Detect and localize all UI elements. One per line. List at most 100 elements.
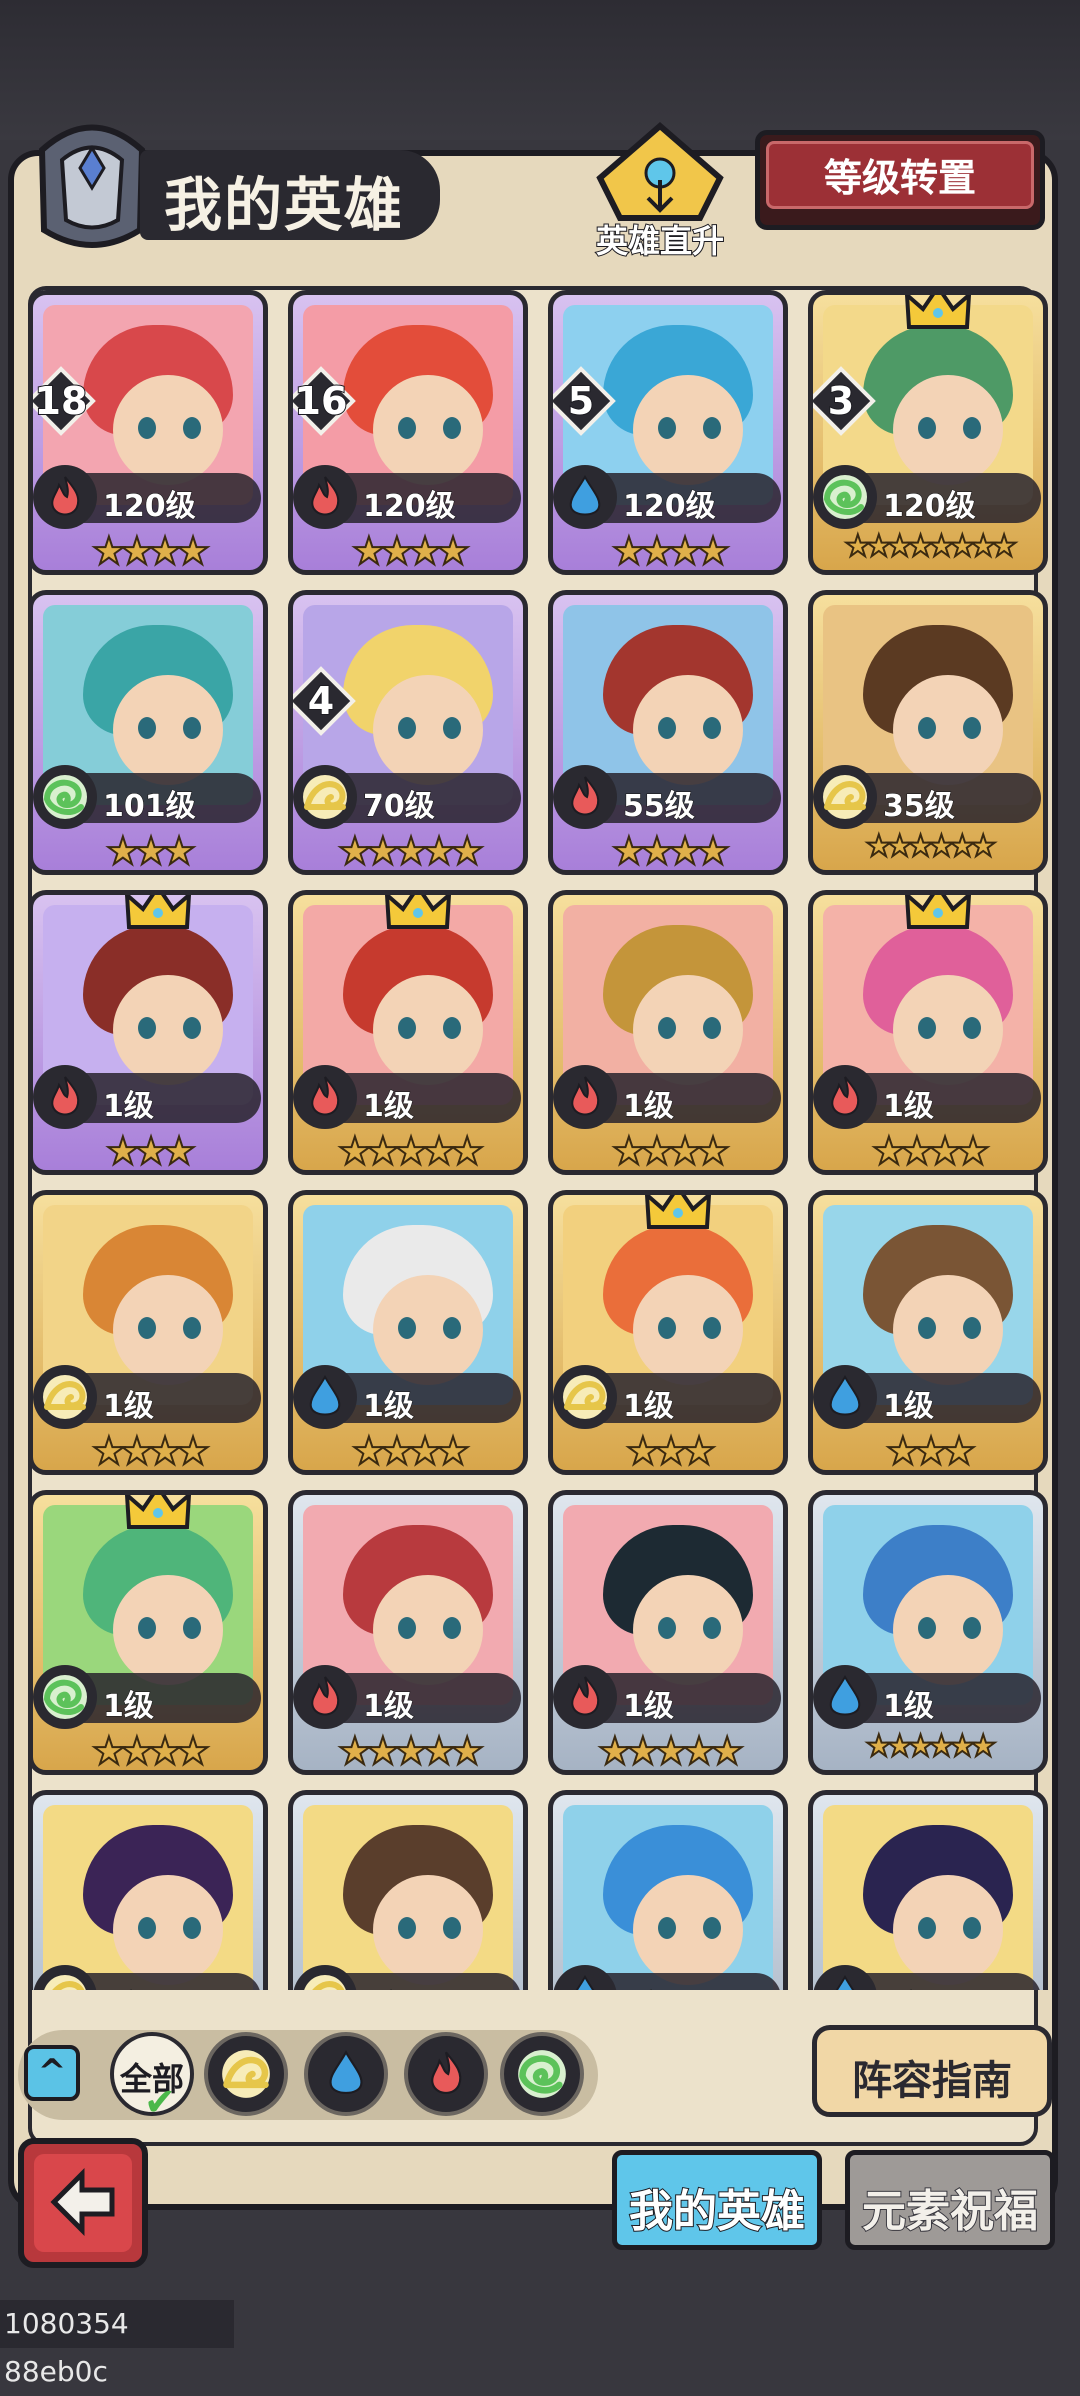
hero-eye — [658, 1917, 676, 1939]
earth-element-icon — [304, 1975, 346, 1990]
hero-card[interactable]: 1级 ★★★ — [28, 890, 268, 1175]
hero-stars: ★★★★ — [91, 1728, 211, 1773]
hero-face — [373, 1275, 483, 1385]
hero-face — [113, 375, 223, 485]
hero-face — [893, 1875, 1003, 1985]
crown-icon — [903, 895, 973, 933]
hero-card[interactable]: 120级 ★★★★ 16 — [288, 290, 528, 575]
hero-card[interactable]: 1级 ★★★★ — [28, 1490, 268, 1775]
hero-level: 120级 — [883, 489, 977, 525]
filter-wind-button[interactable] — [500, 2032, 584, 2116]
lineup-guide-button[interactable]: 阵容指南 — [812, 2025, 1052, 2117]
tab-my-heroes[interactable]: 我的英雄 — [612, 2150, 822, 2250]
hero-eye — [443, 1617, 461, 1639]
page-title-plate: 我的英雄 — [140, 150, 440, 240]
top-decoration — [0, 0, 1080, 140]
back-arrow-icon — [34, 2154, 132, 2252]
hero-card[interactable]: 1级 ★★★★ — [548, 890, 788, 1175]
hero-level: 1级 — [363, 1389, 415, 1425]
check-icon: ✔ — [144, 2080, 176, 2124]
element-badge — [293, 465, 357, 529]
element-badge — [553, 765, 617, 829]
back-button[interactable] — [18, 2138, 148, 2268]
hero-eye — [398, 1017, 416, 1039]
hero-level: 55级 — [623, 789, 696, 825]
fire-element-icon — [571, 1676, 600, 1716]
hero-eye — [703, 1917, 721, 1939]
tab-element-blessing[interactable]: 元素祝福 — [845, 2150, 1055, 2250]
hero-rank-badge: 5 — [553, 365, 617, 437]
hero-grid: 120级 ★★★★ 18 120级 ★★★★ 16 120级 ★★★★ 5 120级 ★★★★★★★… — [28, 290, 1052, 1990]
hero-eye — [138, 717, 156, 739]
hero-eye — [183, 1017, 201, 1039]
fire-element-icon — [311, 1076, 340, 1116]
water-element-icon — [575, 1974, 595, 1990]
hero-stars: ★★★★ — [611, 828, 731, 873]
hero-eye — [398, 1317, 416, 1339]
hero-stars: ★★★★★ — [597, 1728, 745, 1773]
hero-face — [113, 675, 223, 785]
hero-card[interactable]: 1级 ★★★★★ — [288, 890, 528, 1175]
hero-card[interactable]: 1级 ★★★ — [548, 1190, 788, 1475]
hero-eye — [443, 717, 461, 739]
hero-card[interactable]: 120级 ★★★★★★★★ 3 — [808, 290, 1048, 575]
filter-earth-button[interactable] — [204, 2032, 288, 2116]
hero-face — [893, 1275, 1003, 1385]
element-badge — [33, 765, 97, 829]
hero-card[interactable]: 1级 — [288, 1790, 528, 1990]
hero-card[interactable]: 1级 ★★★★★ — [288, 1490, 528, 1775]
hero-card[interactable]: 1级 ★★★★★★ — [808, 1490, 1048, 1775]
tab-my-heroes-label: 我的英雄 — [628, 2185, 806, 2238]
hero-card[interactable]: 1级 — [808, 1790, 1048, 1990]
collapse-button[interactable]: ^ — [24, 2045, 80, 2101]
element-badge — [553, 1365, 617, 1429]
hero-eye — [398, 717, 416, 739]
hero-card[interactable]: 1级 ★★★★ — [808, 890, 1048, 1175]
hero-face — [893, 375, 1003, 485]
level-transfer-button[interactable]: 等级转置 — [755, 130, 1045, 230]
hero-eye — [918, 1917, 936, 1939]
hero-card[interactable]: 1级 — [28, 1790, 268, 1990]
hero-card[interactable]: 70级 ★★★★★ 4 — [288, 590, 528, 875]
hero-level: 120级 — [363, 489, 457, 525]
hero-card[interactable]: 120级 ★★★★ 5 — [548, 290, 788, 575]
fire-element-icon — [51, 1076, 80, 1116]
hero-direct-upgrade-label: 英雄直升 — [595, 221, 725, 261]
hero-rank-badge: 4 — [293, 665, 357, 737]
element-badge — [293, 1365, 357, 1429]
element-badge — [553, 1065, 617, 1129]
hero-stars: ★★★★★ — [337, 1728, 485, 1773]
hero-direct-upgrade-button[interactable]: 英雄直升 — [580, 118, 740, 268]
hero-level: 120级 — [103, 489, 197, 525]
hero-eye — [918, 717, 936, 739]
hero-card[interactable]: 101级 ★★★ — [28, 590, 268, 875]
hero-card[interactable]: 1级 ★★★★★ — [548, 1490, 788, 1775]
hero-stars: ★★★★ — [351, 1428, 471, 1473]
hero-card[interactable]: 1级 ★★★★ — [288, 1190, 528, 1475]
hero-stars: ★★★★ — [871, 1128, 991, 1173]
hero-card[interactable]: 55级 ★★★★ — [548, 590, 788, 875]
footer-id: 1080354 88eb0c — [0, 2300, 234, 2388]
hero-eye — [963, 1017, 981, 1039]
hero-card[interactable]: 1级 ★★★★ — [28, 1190, 268, 1475]
hero-eye — [138, 417, 156, 439]
hero-eye — [918, 1617, 936, 1639]
hero-card[interactable]: 1级 ★★★ — [808, 1190, 1048, 1475]
hero-level: 1级 — [103, 1689, 155, 1725]
hero-face — [373, 1575, 483, 1685]
filter-water-button[interactable] — [304, 2032, 388, 2116]
hero-face — [633, 975, 743, 1085]
hero-level: 1级 — [623, 1981, 675, 1991]
hero-eye — [918, 1017, 936, 1039]
lineup-guide-label: 阵容指南 — [852, 2058, 1012, 2104]
hero-face — [633, 1275, 743, 1385]
hero-card[interactable]: 120级 ★★★★ 18 — [28, 290, 268, 575]
filter-fire-button[interactable] — [404, 2032, 488, 2116]
hero-card[interactable]: 35级 ★★★★★★ — [808, 590, 1048, 875]
element-badge — [33, 1665, 97, 1729]
hero-eye — [138, 1317, 156, 1339]
hero-eye — [658, 717, 676, 739]
hero-level: 1级 — [623, 1389, 675, 1425]
hero-card[interactable]: 1级 — [548, 1790, 788, 1990]
hero-stars: ★★★★★★ — [864, 1728, 997, 1765]
